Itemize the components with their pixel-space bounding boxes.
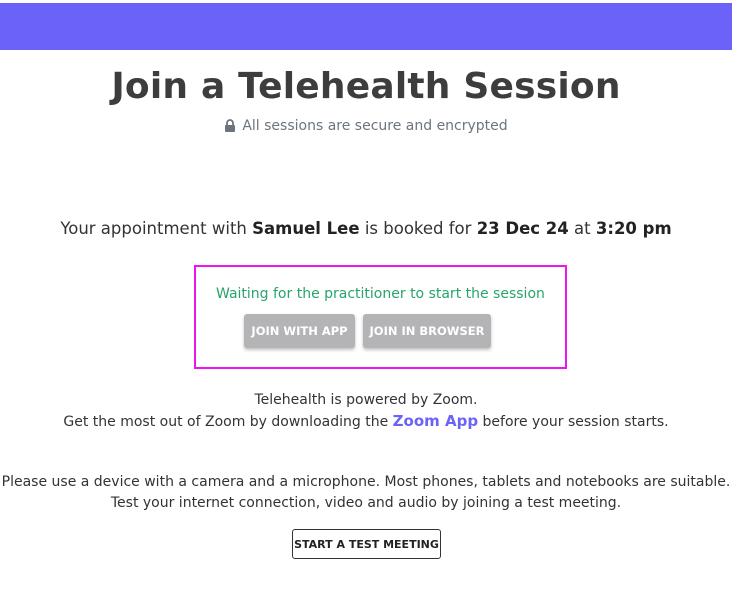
waiting-status: Waiting for the practitioner to start th… [216,286,545,302]
device-requirements: Please use a device with a camera and a … [0,472,732,514]
start-test-meeting-button[interactable]: START A TEST MEETING [292,529,441,559]
secure-note: All sessions are secure and encrypted [0,118,732,136]
header-bar [0,3,732,50]
zoom-app-link[interactable]: Zoom App [393,412,478,430]
zoom-download-prefix: Get the most out of Zoom by downloading … [63,414,393,430]
appointment-middle: is booked for [359,219,477,238]
join-with-app-button[interactable]: JOIN WITH APP [244,314,355,348]
zoom-download-line: Get the most out of Zoom by downloading … [0,411,732,433]
waiting-panel: Waiting for the practitioner to start th… [194,265,567,369]
appointment-date: 23 Dec 24 [476,219,569,238]
zoom-powered-line: Telehealth is powered by Zoom. [254,392,478,408]
device-note-line2: Test your internet connection, video and… [110,495,622,511]
join-in-browser-button[interactable]: JOIN IN BROWSER [363,314,491,348]
zoom-download-suffix: before your session starts. [478,414,669,430]
appointment-time: 3:20 pm [595,219,672,238]
page-title: Join a Telehealth Session [111,66,621,107]
zoom-info: Telehealth is powered by Zoom. Get the m… [0,390,732,433]
appointment-prefix: Your appointment with [60,219,253,238]
device-note-line1: Please use a device with a camera and a … [1,474,731,490]
practitioner-name: Samuel Lee [252,219,360,238]
appointment-at: at [568,219,596,238]
secure-note-text: All sessions are secure and encrypted [242,118,508,134]
lock-icon [224,119,236,136]
appointment-summary: Your appointment with Samuel Lee is book… [0,219,732,238]
